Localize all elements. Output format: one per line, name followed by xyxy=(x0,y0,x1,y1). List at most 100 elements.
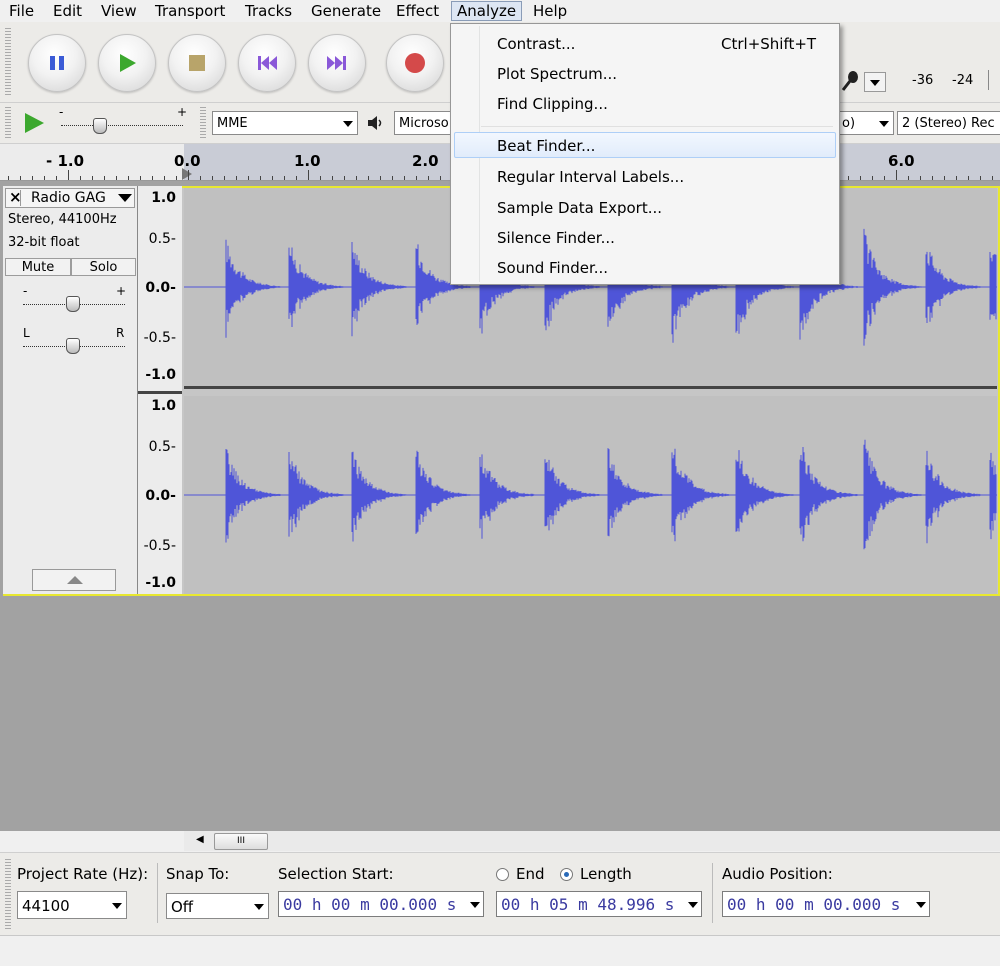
menu-item-plot-spectrum[interactable]: Plot Spectrum... xyxy=(497,62,617,86)
menu-item-sound-finder[interactable]: Sound Finder... xyxy=(497,256,608,280)
ruler-tick xyxy=(260,176,261,180)
record-meter-dropdown[interactable] xyxy=(864,72,886,92)
audio-host-select[interactable]: MME xyxy=(212,111,358,135)
ruler-tick xyxy=(344,176,345,180)
ruler-tick xyxy=(392,176,393,180)
ruler-tick xyxy=(188,170,189,180)
collapse-track-button[interactable] xyxy=(32,569,116,591)
track-control-panel: × Radio GAG Stereo, 44100Hz 32-bit float… xyxy=(3,186,138,594)
input-channels-select[interactable]: 2 (Stereo) Rec xyxy=(897,111,1000,135)
ruler-tick xyxy=(248,176,249,180)
ruler-tick xyxy=(920,176,921,180)
waveform-right-channel[interactable] xyxy=(184,396,997,594)
toolbar-grip[interactable] xyxy=(5,28,11,96)
menu-item-sample-data-export[interactable]: Sample Data Export... xyxy=(497,196,662,220)
audio-position-time[interactable]: 00 h 00 m 00.000 s xyxy=(722,891,930,917)
skip-to-start-button[interactable] xyxy=(238,34,296,92)
stop-button[interactable] xyxy=(168,34,226,92)
play-speed-slider[interactable]: - + xyxy=(55,105,190,139)
ruler-tick xyxy=(908,176,909,180)
snap-to-select[interactable]: Off xyxy=(166,893,269,919)
channel-divider xyxy=(184,386,997,389)
play-button[interactable] xyxy=(98,34,156,92)
chevron-down-icon xyxy=(879,121,889,127)
selection-start-time[interactable]: 00 h 00 m 00.000 s xyxy=(278,891,484,917)
mute-button[interactable]: Mute xyxy=(5,258,71,276)
chevron-down-icon xyxy=(254,904,264,910)
waveform-path xyxy=(225,439,997,550)
selection-toolbar: Project Rate (Hz): 44100 Snap To: Off Se… xyxy=(0,852,1000,935)
menu-tracks[interactable]: Tracks xyxy=(240,2,297,20)
record-button[interactable] xyxy=(386,34,444,92)
ruler-tick xyxy=(944,176,945,180)
menu-item-contrast[interactable]: Contrast... xyxy=(497,32,575,56)
play-at-speed-icon[interactable] xyxy=(22,111,46,135)
scroll-left-arrow-icon[interactable]: ◀ xyxy=(196,834,204,845)
menu-item-regular-interval-labels[interactable]: Regular Interval Labels... xyxy=(497,165,684,189)
horizontal-scrollbar[interactable]: ◀ III xyxy=(184,831,1000,851)
ruler-tick xyxy=(8,176,9,180)
ruler-tick xyxy=(116,176,117,180)
ruler-tick xyxy=(428,176,429,180)
pan-slider[interactable] xyxy=(66,338,80,354)
ruler-tick xyxy=(932,176,933,180)
vertical-amplitude-ruler[interactable]: 1.0 0.5- 0.0- -0.5- -1.0 1.0 0.5- 0.0- -… xyxy=(138,186,182,594)
end-radio[interactable] xyxy=(496,868,509,881)
play-icon xyxy=(120,54,136,72)
ruler-tick xyxy=(176,176,177,180)
ruler-tick xyxy=(80,176,81,180)
ruler-tick xyxy=(380,176,381,180)
divider xyxy=(712,863,713,923)
pause-icon xyxy=(50,56,64,70)
input-device-select[interactable]: o) xyxy=(838,111,894,135)
audio-position-label: Audio Position: xyxy=(722,865,833,883)
length-value: 00 h 05 m 48.996 s xyxy=(501,895,675,914)
menu-view[interactable]: View xyxy=(96,2,142,20)
ruler-tick xyxy=(956,176,957,180)
toolbar-grip[interactable] xyxy=(200,107,206,139)
length-radio[interactable] xyxy=(560,868,573,881)
menu-item-find-clipping[interactable]: Find Clipping... xyxy=(497,92,608,116)
status-bar xyxy=(0,935,1000,966)
project-rate-label: Project Rate (Hz): xyxy=(17,865,149,883)
play-position-marker-icon xyxy=(182,168,192,180)
menu-generate[interactable]: Generate xyxy=(306,2,386,20)
pan-right-label: R xyxy=(116,326,125,340)
slider-thumb[interactable] xyxy=(93,118,107,134)
gain-slider[interactable] xyxy=(66,296,80,312)
output-device-value: Microso xyxy=(399,116,449,131)
menu-edit[interactable]: Edit xyxy=(48,2,87,20)
ruler-tick xyxy=(68,170,69,180)
ruler-tick xyxy=(212,176,213,180)
menu-analyze[interactable]: Analyze xyxy=(451,1,523,21)
skip-end-icon xyxy=(327,56,346,70)
ruler-tick xyxy=(440,176,441,180)
solo-button[interactable]: Solo xyxy=(71,258,136,276)
skip-to-end-button[interactable] xyxy=(308,34,366,92)
selection-start-label: Selection Start: xyxy=(278,865,394,883)
ruler-tick xyxy=(200,176,201,180)
ruler-tick xyxy=(320,176,321,180)
ruler-tick xyxy=(884,176,885,180)
menu-help[interactable]: Help xyxy=(528,2,572,20)
ruler-tick xyxy=(860,176,861,180)
track-name[interactable]: Radio GAG xyxy=(31,190,106,206)
track-menu-chevron-icon[interactable] xyxy=(118,194,132,202)
toolbar-grip[interactable] xyxy=(5,107,11,139)
selection-length-time[interactable]: 00 h 05 m 48.996 s xyxy=(496,891,702,917)
menu-effect[interactable]: Effect xyxy=(391,2,444,20)
slider-track xyxy=(61,125,183,126)
menu-item-silence-finder[interactable]: Silence Finder... xyxy=(497,226,615,250)
pause-button[interactable] xyxy=(28,34,86,92)
channel-divider xyxy=(138,391,182,394)
menu-item-beat-finder[interactable]: Beat Finder... xyxy=(497,134,595,158)
menu-transport[interactable]: Transport xyxy=(150,2,230,20)
toolbar-grip[interactable] xyxy=(5,859,11,929)
divider xyxy=(157,863,158,923)
project-rate-select[interactable]: 44100 xyxy=(17,891,127,919)
scroll-thumb[interactable]: III xyxy=(214,833,268,850)
meter-db-label: -24 xyxy=(952,73,974,88)
ruler-tick xyxy=(308,170,309,180)
output-device-select[interactable]: Microso xyxy=(394,111,454,135)
menu-file[interactable]: File xyxy=(4,2,39,20)
